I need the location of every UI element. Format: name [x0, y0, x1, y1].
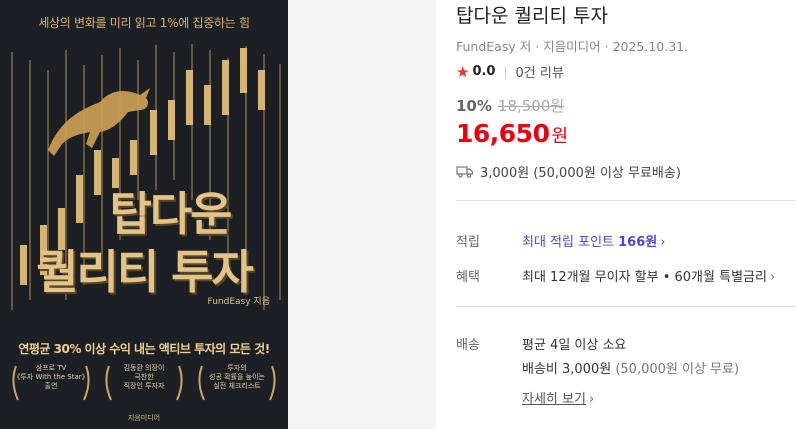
rating-row: ★ 0.0 | 0건 리뷰 — [456, 62, 564, 82]
delivery-label: 배송 — [456, 338, 480, 353]
cover-laurel-badge: 삼프로 TV 《투자 With the Star》 출연 — [8, 360, 94, 404]
laurel-icon — [12, 365, 90, 401]
shipping-text: 3,000원 (50,000원 이상 무료배송) — [480, 166, 681, 181]
points-text: 최대 적립 포인트 — [522, 235, 614, 250]
review-count-link[interactable]: 0건 리뷰 — [516, 62, 564, 81]
delivery-fee: 배송비 3,000원 (50,000원 이상 무료) — [522, 358, 739, 377]
product-meta: FundEasy 저 · 지음미디어 · 2025.10.31. — [456, 39, 689, 54]
delivery-fee-note: (50,000원 이상 무료) — [615, 362, 740, 377]
cover-author: FundEasy 지음 — [207, 297, 270, 307]
divider — [456, 200, 796, 201]
points-value: 166원 — [618, 235, 658, 250]
price-unit: 원 — [551, 126, 569, 147]
points-link[interactable]: 최대 적립 포인트 166원 › — [522, 231, 665, 250]
discount-percent: 10% — [456, 97, 492, 115]
card-benefit-text: 최대 12개월 무이자 할부 • 60개월 특별금리 — [522, 270, 767, 285]
cover-laurel-badge: 김동환 의장이 극찬한 직장인 투자자 — [101, 360, 187, 404]
cover-publisher: 지음미디어 — [127, 414, 161, 422]
star-icon: ★ — [456, 62, 470, 81]
cover-laurel-badge: 투자의 성공 확률을 높이는 실전 체크리스트 — [194, 360, 280, 404]
cover-slogan: 연평균 30% 이상 수익 내는 액티브 투자의 모든 것! — [18, 342, 270, 356]
rating-score: 0.0 — [472, 64, 496, 79]
cover-title-line1: 탑다운 — [109, 187, 233, 241]
card-benefit-link[interactable]: 최대 12개월 무이자 할부 • 60개월 특별금리 › — [522, 266, 775, 285]
chevron-right-icon: › — [588, 392, 595, 407]
more-link-text: 자세히 보기 — [522, 392, 586, 407]
truck-icon — [456, 166, 474, 178]
delivery-more-link[interactable]: 자세히 보기 › — [522, 388, 594, 407]
divider — [456, 306, 796, 307]
card-benefit-label: 혜택 — [456, 270, 480, 285]
delivery-fee-text: 배송비 3,000원 — [522, 362, 612, 377]
book-cover[interactable]: 세상의 변화를 미리 읽고 1%에 집중하는 힘 탑다운 퀄리티 투자 Fund… — [0, 0, 288, 429]
cover-title-line2: 퀄리티 투자 — [36, 245, 254, 299]
sale-price: 16,650 원 — [456, 119, 568, 148]
divider: | — [503, 64, 508, 79]
product-info-panel: 탑다운 퀄리티 투자 FundEasy 저 · 지음미디어 · 2025.10.… — [456, 0, 796, 429]
original-price: 18,500원 — [497, 97, 565, 115]
chevron-right-icon: › — [769, 270, 776, 285]
discount-row: 10% 18,500원 — [456, 95, 564, 116]
chevron-right-icon: › — [660, 235, 666, 250]
shipping-row: 3,000원 (50,000원 이상 무료배송) — [456, 162, 681, 181]
price-value: 16,650 — [456, 119, 550, 148]
delivery-eta: 평균 4일 이상 소요 — [522, 338, 627, 353]
laurel-icon — [105, 365, 183, 401]
points-label: 적립 — [456, 235, 480, 250]
product-title: 탑다운 퀄리티 투자 — [456, 5, 608, 27]
cover-top-text: 세상의 변화를 미리 읽고 1%에 집중하는 힘 — [38, 16, 250, 30]
laurel-icon — [198, 365, 276, 401]
